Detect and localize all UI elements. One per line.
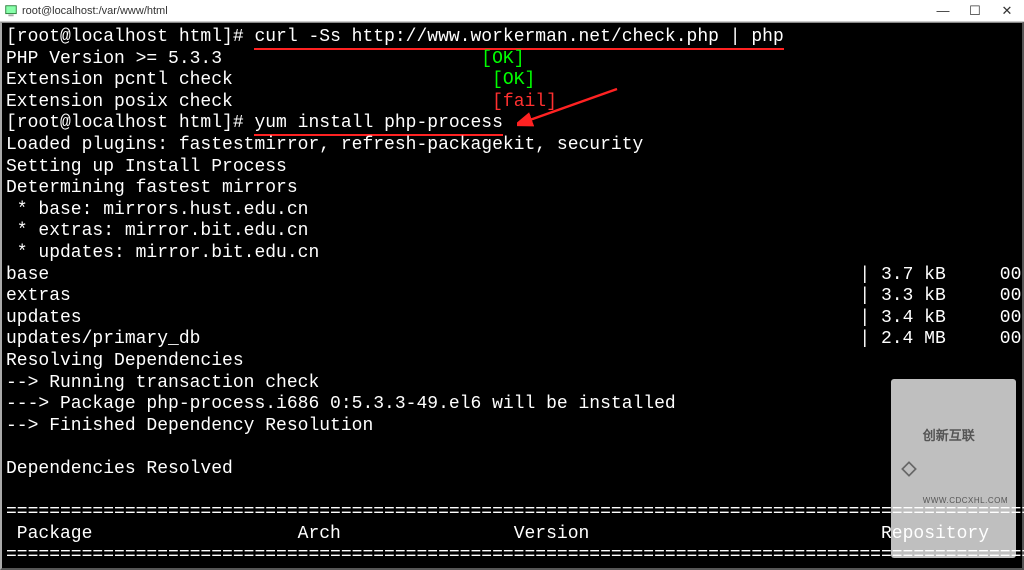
status-ok: [OK] xyxy=(481,49,524,69)
table-divider: ========================================… xyxy=(6,502,1024,522)
repo-row: updates | 3.4 kB 00:00 xyxy=(6,308,1024,328)
repo-row: extras | 3.3 kB 00:00 xyxy=(6,286,1024,306)
maximize-button[interactable]: ☐ xyxy=(968,4,982,18)
status-ok: [OK] xyxy=(492,70,535,90)
putty-icon xyxy=(4,4,18,18)
watermark: 创新互联 WWW.CDCXHL.COM xyxy=(891,379,1016,558)
yum-mirror: * base: mirrors.hust.edu.cn xyxy=(6,200,308,220)
yum-output: Dependencies Resolved xyxy=(6,459,233,479)
prompt: [root@localhost html]# xyxy=(6,27,254,47)
window-controls: — ☐ ✕ xyxy=(936,4,1014,18)
command-yum: yum install php-process xyxy=(254,113,502,136)
yum-mirror: * updates: mirror.bit.edu.cn xyxy=(6,243,319,263)
check-php-version: PHP Version >= 5.3.3 [OK] xyxy=(6,49,525,69)
minimize-button[interactable]: — xyxy=(936,4,950,18)
yum-mirror: * extras: mirror.bit.edu.cn xyxy=(6,221,308,241)
yum-output: Loaded plugins: fastestmirror, refresh-p… xyxy=(6,135,643,155)
window-titlebar: root@localhost:/var/www/html — ☐ ✕ xyxy=(0,0,1024,22)
yum-output: ---> Package php-process.i686 0:5.3.3-49… xyxy=(6,394,676,414)
yum-output: --> Running transaction check xyxy=(6,373,319,393)
yum-output: Setting up Install Process xyxy=(6,157,287,177)
window-title: root@localhost:/var/www/html xyxy=(22,5,936,17)
status-fail: [fail] xyxy=(492,92,557,112)
terminal[interactable]: [root@localhost html]# curl -Ss http://w… xyxy=(0,22,1024,570)
close-button[interactable]: ✕ xyxy=(1000,4,1014,18)
watermark-logo-icon xyxy=(899,459,919,479)
yum-output: Determining fastest mirrors xyxy=(6,178,298,198)
check-pcntl: Extension pcntl check [OK] xyxy=(6,70,535,90)
check-posix: Extension posix check [fail] xyxy=(6,92,557,112)
command-curl: curl -Ss http://www.workerman.net/check.… xyxy=(254,27,783,50)
yum-output: --> Finished Dependency Resolution xyxy=(6,416,373,436)
table-header: Package Arch Version Repository xyxy=(6,524,989,544)
table-divider: ========================================… xyxy=(6,545,1024,565)
repo-row: base | 3.7 kB 00:00 xyxy=(6,265,1024,285)
repo-row: updates/primary_db | 2.4 MB 00:05 xyxy=(6,329,1024,349)
yum-output: Resolving Dependencies xyxy=(6,351,244,371)
prompt: [root@localhost html]# xyxy=(6,113,254,133)
